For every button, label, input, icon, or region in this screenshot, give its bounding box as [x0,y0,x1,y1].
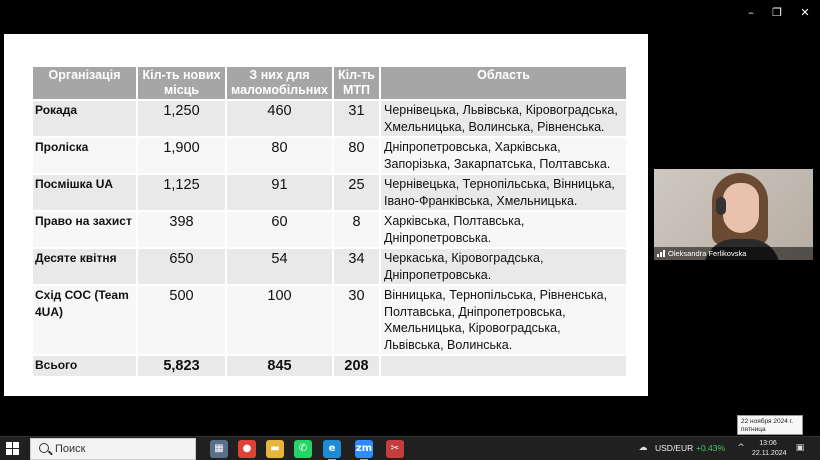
whatsapp-app-icon[interactable]: ✆ [294,440,312,458]
file-explorer-app-icon[interactable]: ▬ [266,440,284,458]
meeting-top-bar: – ❐ ✕ [0,0,820,26]
participant-face [723,183,759,233]
table-total-row: Всього 5,823 845 208 [33,355,628,378]
cell-region: Вінницька, Тернопільська, Рівненська, По… [380,285,628,356]
cell-organization: Схід СОС (Team 4UA) [33,285,138,356]
cell-mtp: 34 [333,248,381,286]
close-icon[interactable]: ✕ [792,4,818,22]
cell-mtp: 25 [333,174,381,212]
cell-organization: Право на захист [33,211,138,249]
table-row: Проліска 1,900 80 80 Дніпропетровська, Х… [33,137,628,175]
cell-mobility: 80 [226,137,334,175]
cell-total-mtp: 208 [333,355,381,378]
cell-mobility: 460 [226,100,334,138]
snipping-tool-app-icon[interactable]: ✂ [386,440,404,458]
clock-time: 13:06 [759,440,777,447]
search-icon [39,443,49,453]
cell-places: 398 [137,211,227,249]
cell-region: Дніпропетровська, Харківська, Запорізька… [380,137,628,175]
windows-taskbar: Поиск ▦ ● ▬ ✆ e zm ✂ ☁ USD/EUR +0.43% ^ 13:06 … [0,436,820,460]
cell-mtp: 30 [333,285,381,356]
cell-places: 650 [137,248,227,286]
table-row: Право на захист 398 60 8 Харківська, Пол… [33,211,628,249]
cell-places: 1,900 [137,137,227,175]
currency-pair[interactable]: USD/EUR [655,443,693,453]
participant-name-bar: Oleksandra Ferlikovska [654,247,813,260]
restore-icon[interactable]: ❐ [764,4,790,22]
table-header-row: Організація Кіл-ть нових місць З них для… [33,67,628,101]
header-region: Область [380,67,628,101]
search-placeholder: Поиск [55,443,86,455]
cell-total-places: 5,823 [137,355,227,378]
tooltip-weekday: пятница [741,426,766,433]
cell-places: 1,125 [137,174,227,212]
cell-total-region [380,355,628,378]
taskbar-clock[interactable]: 13:06 22.11.2024 [752,439,787,459]
header-organization: Організація [33,67,138,101]
participant-video-tile[interactable]: Oleksandra Ferlikovska [654,169,813,260]
cell-organization: Проліска [33,137,138,175]
date-tooltip: 22 ноября 2024 г. пятница [737,415,803,435]
chrome-app-icon[interactable]: ● [238,440,256,458]
cell-region: Черкаська, Кіровоградська, Дніпропетровс… [380,248,628,286]
cell-organization: Рокада [33,100,138,138]
cell-organization: Посмішка UA [33,174,138,212]
weather-icon[interactable]: ☁ [638,443,648,453]
table-row: Десяте квітня 650 54 34 Черкаська, Кіров… [33,248,628,286]
notifications-icon[interactable]: ▣ [795,443,805,453]
cell-mobility: 60 [226,211,334,249]
zoom-app-icon[interactable]: zm [355,440,373,460]
organizations-table: Організація Кіл-ть нових місць З них для… [33,67,628,378]
cell-region: Харківська, Полтавська, Дніпропетровська… [380,211,628,249]
tooltip-date: 22 ноября 2024 г. [741,418,793,425]
headset-icon [716,197,726,215]
header-low-mobility: З них для маломобільних [226,67,334,101]
minimize-icon[interactable]: – [738,4,764,22]
taskbar-search-input[interactable]: Поиск [30,438,196,460]
edge-app-icon[interactable]: e [323,440,341,460]
signal-bars-icon [657,250,665,257]
table-row: Посмішка UA 1,125 91 25 Чернівецька, Тер… [33,174,628,212]
header-new-places: Кіл-ть нових місць [137,67,227,101]
chevron-up-icon[interactable]: ^ [736,443,746,453]
cell-total-label: Всього [33,355,138,378]
participant-name: Oleksandra Ferlikovska [668,249,747,258]
header-mtp: Кіл-ть МТП [333,67,381,101]
cell-places: 500 [137,285,227,356]
clock-date: 22.11.2024 [752,450,787,457]
cell-mtp: 8 [333,211,381,249]
cell-places: 1,250 [137,100,227,138]
cell-mtp: 31 [333,100,381,138]
cell-region: Чернівецька, Львівська, Кіровоградська, … [380,100,628,138]
cell-mtp: 80 [333,137,381,175]
cell-region: Чернівецька, Тернопільська, Вінницька, І… [380,174,628,212]
cell-organization: Десяте квітня [33,248,138,286]
cell-mobility: 54 [226,248,334,286]
calculator-app-icon[interactable]: ▦ [210,440,228,458]
windows-start-icon[interactable] [6,442,20,456]
cell-mobility: 100 [226,285,334,356]
currency-change: +0.43% [696,443,726,453]
table-row: Схід СОС (Team 4UA) 500 100 30 Вінницька… [33,285,628,356]
table-row: Рокада 1,250 460 31 Чернівецька, Львівсь… [33,100,628,138]
shared-slide: Організація Кіл-ть нових місць З них для… [4,34,648,396]
cell-mobility: 91 [226,174,334,212]
cell-total-mobility: 845 [226,355,334,378]
